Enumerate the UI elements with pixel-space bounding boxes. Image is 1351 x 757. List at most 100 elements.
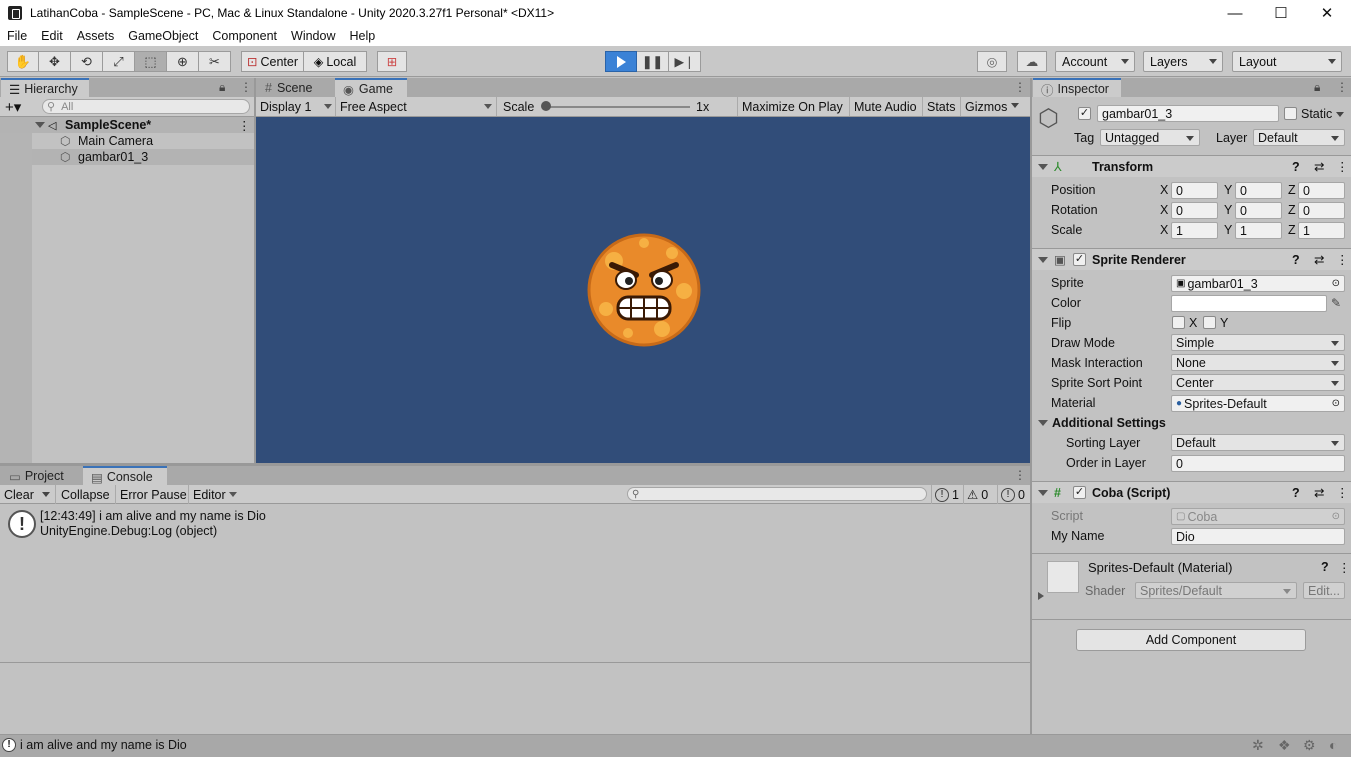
console-search-input[interactable]: ⚲: [627, 487, 927, 501]
tab-project[interactable]: ▭ Project: [1, 466, 81, 486]
fold-arrow[interactable]: [1038, 257, 1048, 263]
component-menu-icon[interactable]: ⋮: [1336, 485, 1349, 500]
list-item[interactable]: ! [12:43:49] i am alive and my name is D…: [0, 507, 1030, 541]
object-name-input[interactable]: gambar01_3: [1097, 105, 1279, 122]
rotate-tool-icon[interactable]: ⟲: [71, 51, 103, 72]
hierarchy-search-input[interactable]: ⚲ All: [42, 99, 250, 114]
cache-icon[interactable]: ⚙: [1303, 737, 1316, 754]
scene-row[interactable]: ◁ SampleScene* ⋮: [0, 117, 254, 133]
rotation-x-input[interactable]: 0: [1171, 202, 1218, 219]
menu-file[interactable]: File: [0, 29, 34, 43]
position-y-input[interactable]: 0: [1235, 182, 1282, 199]
script-header[interactable]: # ✓ Coba (Script) ? ⇄ ⋮: [1032, 481, 1351, 503]
component-menu-icon[interactable]: ⋮: [1336, 159, 1349, 174]
script-enabled-checkbox[interactable]: ✓: [1073, 486, 1086, 499]
tab-console[interactable]: ▤ Console: [83, 466, 167, 486]
bug-icon[interactable]: ✲: [1252, 737, 1264, 754]
auto-generate-icon[interactable]: ◐: [1329, 737, 1337, 753]
minimize-button[interactable]: —: [1212, 0, 1258, 26]
help-icon[interactable]: ?: [1292, 160, 1300, 174]
fold-arrow[interactable]: [1038, 490, 1048, 496]
layer-dropdown[interactable]: Default: [1253, 129, 1345, 146]
my-name-input[interactable]: Dio: [1171, 528, 1345, 545]
scale-x-input[interactable]: 1: [1171, 222, 1218, 239]
scale-tool-icon[interactable]: ⤢: [103, 51, 135, 72]
object-picker-icon[interactable]: ⊙: [1332, 278, 1340, 289]
menu-component[interactable]: Component: [205, 29, 284, 43]
flip-y-checkbox[interactable]: [1203, 316, 1216, 329]
static-dropdown-icon[interactable]: [1336, 112, 1344, 117]
list-item[interactable]: ⬡ gambar01_3: [32, 149, 254, 165]
rotation-y-input[interactable]: 0: [1235, 202, 1282, 219]
object-picker-icon[interactable]: ⊙: [1332, 398, 1340, 409]
lock-icon[interactable]: 🔒︎: [219, 80, 225, 95]
editor-dropdown[interactable]: Editor: [188, 485, 238, 504]
step-icon[interactable]: ▶❘: [669, 51, 701, 72]
sorting-layer-dropdown[interactable]: Default: [1171, 434, 1345, 451]
material-menu-icon[interactable]: ⋮: [1338, 560, 1351, 575]
error-count-toggle[interactable]: ! 0: [997, 485, 1028, 504]
warning-count-toggle[interactable]: ⚠ 0: [963, 485, 991, 504]
color-swatch[interactable]: [1171, 295, 1327, 312]
fold-arrow[interactable]: [1038, 164, 1048, 170]
hand-tool-icon[interactable]: ✋: [7, 51, 39, 72]
preset-icon[interactable]: ⇄: [1314, 485, 1324, 500]
view-more-icon[interactable]: ⋮: [1014, 80, 1026, 94]
additional-settings-label[interactable]: Additional Settings: [1052, 416, 1166, 430]
tab-scene[interactable]: # Scene: [257, 78, 333, 98]
scene-menu-icon[interactable]: ⋮: [238, 118, 251, 133]
rotation-z-input[interactable]: 0: [1298, 202, 1345, 219]
inspector-more-icon[interactable]: ⋮: [1336, 80, 1348, 94]
console-splitter[interactable]: [0, 463, 1030, 466]
clear-options-icon[interactable]: [42, 492, 50, 497]
menu-window[interactable]: Window: [284, 29, 342, 43]
material-expand-arrow[interactable]: [1038, 592, 1044, 600]
material-object-field[interactable]: ● Sprites-Default ⊙: [1171, 395, 1345, 412]
tab-game[interactable]: ◉ Game: [335, 78, 407, 98]
position-x-input[interactable]: 0: [1171, 182, 1218, 199]
menu-edit[interactable]: Edit: [34, 29, 70, 43]
maximize-on-play-toggle[interactable]: Maximize On Play: [737, 97, 847, 116]
maximize-button[interactable]: ☐: [1258, 0, 1304, 26]
status-message[interactable]: i am alive and my name is Dio: [20, 738, 187, 752]
game-viewport[interactable]: [256, 117, 1030, 463]
create-plus-icon[interactable]: +▾: [5, 98, 21, 116]
scale-slider-track[interactable]: [545, 106, 690, 108]
scale-y-input[interactable]: 1: [1235, 222, 1282, 239]
pivot-local-button[interactable]: ◈ Local: [304, 51, 367, 72]
rect-tool-icon[interactable]: ⬚: [135, 51, 167, 72]
scale-slider-thumb[interactable]: [541, 101, 551, 111]
inspector-lock-icon[interactable]: 🔒︎: [1314, 80, 1320, 95]
pause-icon[interactable]: ❚❚: [637, 51, 669, 72]
tab-hierarchy[interactable]: ☰ Hierarchy: [1, 78, 89, 98]
cloud-icon[interactable]: ☁: [1017, 51, 1047, 72]
scale-z-input[interactable]: 1: [1298, 222, 1345, 239]
collapse-toggle[interactable]: Collapse: [55, 485, 115, 504]
progress-icon[interactable]: ❖: [1278, 737, 1291, 754]
layout-dropdown[interactable]: Layout: [1232, 51, 1342, 72]
console-more-icon[interactable]: ⋮: [1014, 468, 1026, 482]
gizmos-dropdown-icon[interactable]: [1011, 103, 1019, 108]
display-dropdown[interactable]: Display 1: [256, 97, 336, 116]
list-item[interactable]: ⬡ Main Camera: [32, 133, 254, 149]
close-button[interactable]: ✕: [1304, 0, 1350, 26]
eyedropper-icon[interactable]: ✎: [1331, 296, 1341, 310]
active-checkbox[interactable]: ✓: [1078, 107, 1091, 120]
sprite-renderer-enabled-checkbox[interactable]: ✓: [1073, 253, 1086, 266]
menu-assets[interactable]: Assets: [70, 29, 122, 43]
tag-dropdown[interactable]: Untagged: [1100, 129, 1200, 146]
error-pause-toggle[interactable]: Error Pause: [115, 485, 191, 504]
position-z-input[interactable]: 0: [1298, 182, 1345, 199]
info-count-toggle[interactable]: ! 1: [931, 485, 962, 504]
order-in-layer-input[interactable]: 0: [1171, 455, 1345, 472]
play-button[interactable]: [605, 51, 637, 72]
custom-tool-icon[interactable]: ✂: [199, 51, 231, 72]
preset-icon[interactable]: ⇄: [1314, 159, 1324, 174]
draw-mode-dropdown[interactable]: Simple: [1171, 334, 1345, 351]
scene-fold-arrow[interactable]: [35, 122, 45, 128]
more-options-icon[interactable]: ⋮: [240, 80, 252, 94]
mute-audio-toggle[interactable]: Mute Audio: [849, 97, 921, 116]
sprite-object-field[interactable]: ▣ gambar01_3 ⊙: [1171, 275, 1345, 292]
transform-header[interactable]: ⅄ Transform ? ⇄ ⋮: [1032, 155, 1351, 177]
help-icon[interactable]: ?: [1292, 486, 1300, 500]
